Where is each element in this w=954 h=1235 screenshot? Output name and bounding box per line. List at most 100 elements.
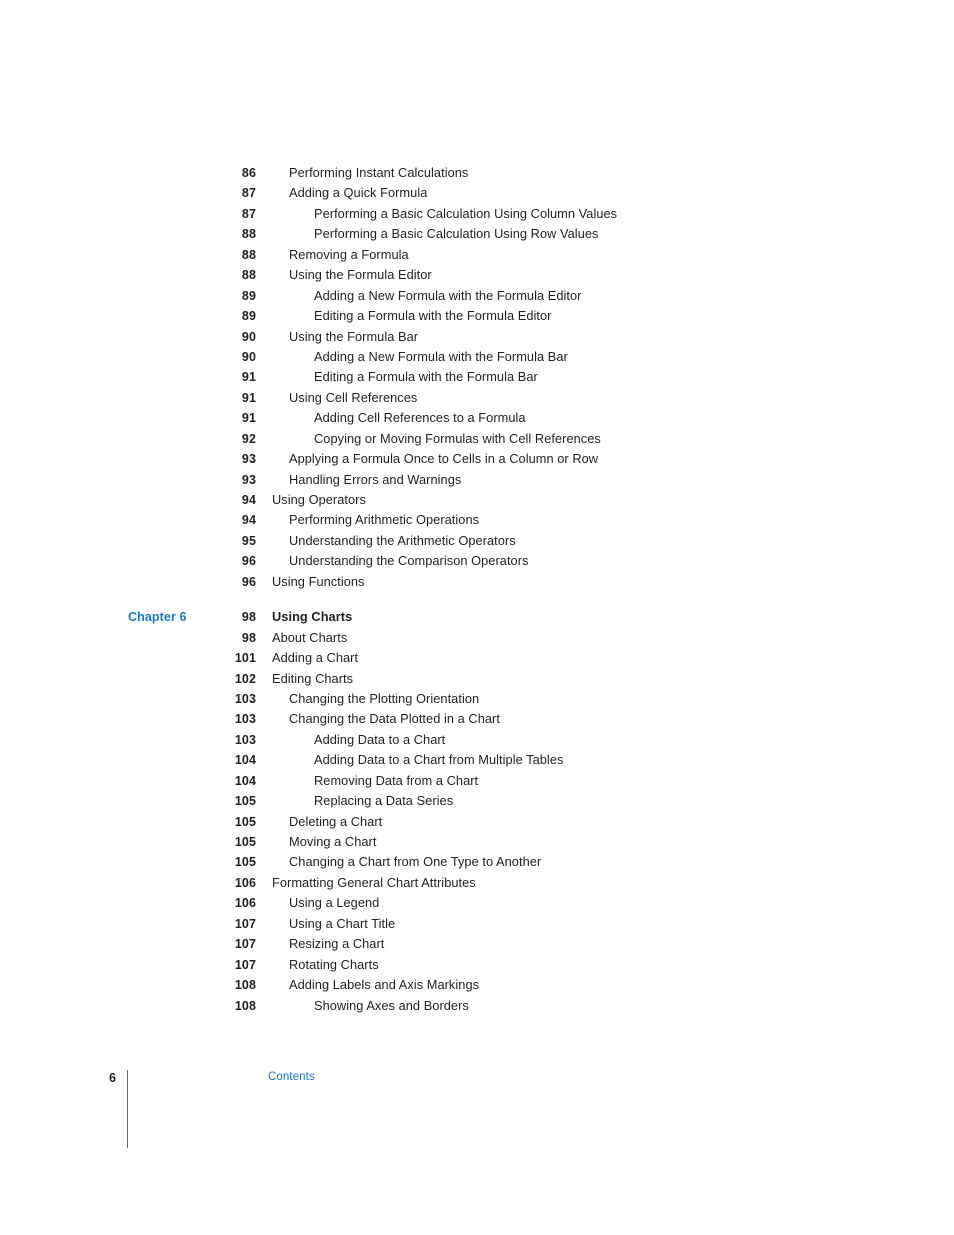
toc-entry-page-number: 98 bbox=[241, 610, 256, 625]
toc-entry-title: Performing a Basic Calculation Using Col… bbox=[314, 205, 618, 221]
toc-entry-page-number: 105 bbox=[234, 814, 256, 829]
toc-entry[interactable]: Chapter 6 98 Using Charts bbox=[0, 607, 954, 627]
toc-entry-title: Showing Axes and Borders bbox=[314, 997, 469, 1013]
toc-entry-title: Formatting General Chart Attributes bbox=[272, 874, 476, 890]
toc-entry[interactable]: 108 Showing Axes and Borders bbox=[0, 996, 954, 1016]
toc-entry-page-number: 103 bbox=[234, 712, 256, 727]
toc-entry[interactable]: 91 Adding Cell References to a Formula bbox=[0, 408, 954, 428]
toc-entry-title: Performing Arithmetic Operations bbox=[289, 512, 480, 528]
toc-entry-title: Understanding the Arithmetic Operators bbox=[289, 532, 516, 548]
toc-entry-page-number: 96 bbox=[241, 574, 256, 589]
toc-entry-page-number: 87 bbox=[241, 206, 256, 221]
toc-entry-title: Using a Legend bbox=[289, 895, 380, 911]
toc-entry-title: Using Cell References bbox=[289, 389, 418, 405]
toc-entry[interactable]: 88 Performing a Basic Calculation Using R… bbox=[0, 224, 954, 244]
toc-entry-page-number: 86 bbox=[241, 166, 256, 180]
toc-entry[interactable]: 106 Formatting General Chart Attributes bbox=[0, 873, 954, 893]
toc-entry[interactable]: 94 Performing Arithmetic Operations bbox=[0, 510, 954, 530]
toc-entry-title: Removing a Formula bbox=[289, 246, 409, 262]
toc-entry-title: Deleting a Chart bbox=[289, 813, 383, 829]
toc-entry[interactable]: 104 Removing Data from a Chart bbox=[0, 771, 954, 791]
toc-entry[interactable]: 102 Editing Charts bbox=[0, 669, 954, 689]
toc-entry[interactable]: 88 Removing a Formula bbox=[0, 245, 954, 265]
toc-entry[interactable]: 103 Changing the Data Plotted in a Chart bbox=[0, 709, 954, 729]
toc-entry[interactable]: 103 Changing the Plotting Orientation bbox=[0, 689, 954, 709]
toc-entry[interactable]: 87 Adding a Quick Formula bbox=[0, 183, 954, 203]
toc-entry[interactable]: 93 Applying a Formula Once to Cells in a … bbox=[0, 449, 954, 469]
footer-vertical-rule bbox=[127, 1070, 129, 1148]
toc-entry[interactable]: 93 Handling Errors and Warnings bbox=[0, 470, 954, 490]
toc-entry[interactable]: 90 Using the Formula Bar bbox=[0, 327, 954, 347]
toc-entry-page-number: 101 bbox=[234, 651, 256, 666]
toc-entry-page-number: 89 bbox=[241, 288, 256, 303]
toc-entry[interactable]: 86 Performing Instant Calculations bbox=[0, 163, 954, 183]
toc-entry[interactable]: 107 Rotating Charts bbox=[0, 955, 954, 975]
toc-entry[interactable]: 96 Understanding the Comparison Operators bbox=[0, 551, 954, 571]
toc-entry-page-number: 107 bbox=[234, 957, 256, 972]
toc-entry-page-number: 106 bbox=[234, 875, 256, 890]
toc-entry-title: About Charts bbox=[272, 629, 348, 645]
toc-entry-title: Using Functions bbox=[272, 573, 365, 589]
toc-entry[interactable]: 107 Resizing a Chart bbox=[0, 934, 954, 954]
toc-entry-page-number: 91 bbox=[241, 370, 256, 385]
toc-entry-title: Understanding the Comparison Operators bbox=[289, 553, 529, 569]
toc-entry[interactable]: 105 Moving a Chart bbox=[0, 832, 954, 852]
toc-entry-title: Changing the Data Plotted in a Chart bbox=[289, 711, 500, 727]
toc-entry[interactable]: 92 Copying or Moving Formulas with Cell R… bbox=[0, 429, 954, 449]
toc-entry-title: Performing Instant Calculations bbox=[289, 165, 469, 180]
toc-entry[interactable]: 101 Adding a Chart bbox=[0, 648, 954, 668]
toc-entry[interactable]: 89 Adding a New Formula with the Formula … bbox=[0, 286, 954, 306]
toc-entry-page-number: 102 bbox=[234, 671, 256, 686]
toc-entry[interactable]: 98 About Charts bbox=[0, 628, 954, 648]
toc-entry-title: Adding a Chart bbox=[272, 650, 359, 666]
toc-entry-page-number: 104 bbox=[234, 753, 256, 768]
toc-entry[interactable]: 90 Adding a New Formula with the Formula … bbox=[0, 347, 954, 367]
toc-entry[interactable]: 91 Editing a Formula with the Formula Bar bbox=[0, 367, 954, 387]
toc-entry-title: Editing a Formula with the Formula Edito… bbox=[314, 308, 552, 324]
toc-entry-title: Adding Data to a Chart bbox=[314, 731, 446, 747]
toc-entry-page-number: 88 bbox=[241, 247, 256, 262]
toc-entry-title: Using the Formula Editor bbox=[289, 267, 432, 283]
toc-entry[interactable]: 105 Replacing a Data Series bbox=[0, 791, 954, 811]
toc-entry-page-number: 108 bbox=[234, 998, 256, 1013]
toc-entry[interactable]: 104 Adding Data to a Chart from Multiple … bbox=[0, 750, 954, 770]
toc-entry[interactable]: 105 Changing a Chart from One Type to Ano… bbox=[0, 852, 954, 872]
page-footer: 6 Contents bbox=[0, 1068, 954, 1158]
toc-entry-page-number: 95 bbox=[241, 533, 256, 548]
toc-entry-page-number: 107 bbox=[234, 916, 256, 931]
toc-entry-page-number: 87 bbox=[241, 186, 256, 201]
toc-entry[interactable]: 91 Using Cell References bbox=[0, 388, 954, 408]
toc-entry-title: Adding a Quick Formula bbox=[289, 185, 428, 201]
toc-entry-page-number: 103 bbox=[234, 732, 256, 747]
toc-entry-page-number: 88 bbox=[241, 268, 256, 283]
toc-entry-page-number: 92 bbox=[241, 431, 256, 446]
toc-entry-page-number: 89 bbox=[241, 309, 256, 324]
toc-entry-title: Adding a New Formula with the Formula Ed… bbox=[314, 287, 582, 303]
toc-entry[interactable]: 106 Using a Legend bbox=[0, 893, 954, 913]
footer-section-name: Contents bbox=[268, 1071, 315, 1083]
toc-entry-title: Changing a Chart from One Type to Anothe… bbox=[289, 854, 542, 870]
toc-entry[interactable]: 108 Adding Labels and Axis Markings bbox=[0, 975, 954, 995]
toc-entry-title: Copying or Moving Formulas with Cell Ref… bbox=[314, 430, 601, 446]
toc-entry[interactable]: 95 Understanding the Arithmetic Operators bbox=[0, 531, 954, 551]
toc-entry-title: Adding a New Formula with the Formula Ba… bbox=[314, 348, 568, 364]
toc-entry-title: Using Charts bbox=[272, 609, 353, 625]
toc-entry-title: Removing Data from a Chart bbox=[314, 772, 479, 788]
toc-entry[interactable]: 107 Using a Chart Title bbox=[0, 914, 954, 934]
toc-entry-page-number: 96 bbox=[241, 554, 256, 569]
toc-entry-page-number: 108 bbox=[234, 978, 256, 993]
toc-entry-title: Resizing a Chart bbox=[289, 936, 385, 952]
toc-entry-title: Replacing a Data Series bbox=[314, 793, 454, 809]
toc-entry[interactable]: 88 Using the Formula Editor bbox=[0, 265, 954, 285]
toc-entry[interactable]: 94 Using Operators bbox=[0, 490, 954, 510]
toc-entry-title: Rotating Charts bbox=[289, 956, 379, 972]
toc-entry[interactable]: 103 Adding Data to a Chart bbox=[0, 730, 954, 750]
toc-entry-page-number: 106 bbox=[234, 896, 256, 911]
toc-entry-page-number: 91 bbox=[241, 390, 256, 405]
toc-entry-page-number: 107 bbox=[234, 937, 256, 952]
toc-entry[interactable]: 89 Editing a Formula with the Formula Edi… bbox=[0, 306, 954, 326]
toc-entry[interactable]: 96 Using Functions bbox=[0, 572, 954, 592]
toc-entry-title: Handling Errors and Warnings bbox=[289, 471, 462, 487]
toc-entry[interactable]: 87 Performing a Basic Calculation Using C… bbox=[0, 204, 954, 224]
toc-entry[interactable]: 105 Deleting a Chart bbox=[0, 812, 954, 832]
